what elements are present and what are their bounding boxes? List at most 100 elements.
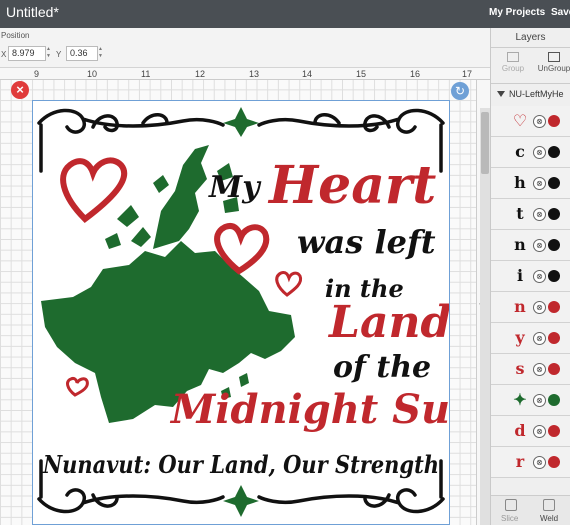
ruler-tick: 13 — [249, 69, 260, 79]
slice-button[interactable]: Slice — [501, 514, 518, 523]
layer-group-name: NU-LeftMyHe — [509, 89, 564, 99]
layer-row[interactable]: y ⊗ — [491, 323, 570, 354]
x-position-input[interactable]: 8.979 — [8, 46, 46, 61]
layer-row[interactable]: n ⊗ — [491, 230, 570, 261]
design-selection[interactable]: My Heart was left in the Land of the Mid… — [32, 100, 479, 525]
layer-row[interactable]: h ⊗ — [491, 168, 570, 199]
layer-thumbnail: n — [514, 235, 526, 254]
text-of-the: of the — [333, 350, 431, 385]
layer-list: ♡ ⊗ c ⊗ h ⊗ t ⊗ n ⊗ i ⊗ n ⊗ y ⊗ s ⊗ ✦ ⊗ d ⊗ r ⊗ — [491, 106, 570, 478]
layer-thumbnail: r — [515, 452, 525, 471]
color-swatch[interactable] — [548, 425, 560, 437]
rotate-handle-icon[interactable]: ↻ — [451, 82, 469, 100]
my-projects-link[interactable]: My Projects — [489, 7, 545, 18]
layer-thumbnail: y — [515, 328, 525, 347]
y-position-input[interactable]: 0.36 — [66, 46, 98, 61]
color-swatch[interactable] — [548, 115, 560, 127]
color-swatch[interactable] — [548, 177, 560, 189]
property-bar: Position X 8.979 ▲ ▼ Y 0.36 ▲ ▼ — [0, 28, 490, 68]
color-swatch[interactable] — [548, 239, 560, 251]
group-label: Group — [501, 64, 525, 73]
layer-row[interactable]: s ⊗ — [491, 354, 570, 385]
group-toolbar: Group UnGroup — [491, 48, 570, 84]
text-heart: Heart — [267, 155, 436, 216]
layer-thumbnail: i — [516, 266, 524, 285]
layer-row[interactable]: t ⊗ — [491, 199, 570, 230]
layers-scrollbar[interactable] — [480, 108, 490, 525]
color-swatch[interactable] — [548, 332, 560, 344]
ungroup-icon — [548, 52, 560, 62]
top-ruler: 9 10 11 12 13 14 15 16 17 — [0, 68, 490, 80]
top-bar: Untitled* My Projects Save — [0, 0, 570, 28]
layer-row[interactable]: i ⊗ — [491, 261, 570, 292]
ruler-tick: 15 — [356, 69, 367, 79]
visibility-toggle-icon[interactable]: ⊗ — [533, 239, 546, 252]
layer-thumbnail: h — [514, 173, 526, 192]
heart-outline-small-right — [275, 271, 303, 297]
layer-thumbnail: n — [514, 297, 526, 316]
y-stepper[interactable]: ▲ ▼ — [98, 46, 104, 61]
visibility-toggle-icon[interactable]: ⊗ — [533, 115, 546, 128]
visibility-toggle-icon[interactable]: ⊗ — [533, 332, 546, 345]
ruler-tick: 11 — [141, 69, 151, 79]
save-button[interactable]: Save — [551, 7, 570, 18]
slice-icon — [505, 499, 517, 511]
color-swatch[interactable] — [548, 146, 560, 158]
visibility-toggle-icon[interactable]: ⊗ — [533, 394, 546, 407]
design-artwork: My Heart was left in the Land of the Mid… — [37, 107, 479, 517]
color-swatch[interactable] — [548, 394, 560, 406]
layer-thumbnail: s — [515, 359, 525, 378]
layers-panel-title: Layers — [491, 28, 570, 48]
layer-row[interactable]: n ⊗ — [491, 292, 570, 323]
visibility-toggle-icon[interactable]: ⊗ — [533, 177, 546, 190]
document-title: Untitled* — [6, 4, 59, 20]
color-swatch[interactable] — [548, 208, 560, 220]
ruler-tick: 17 — [462, 69, 473, 79]
ruler-tick: 16 — [410, 69, 421, 79]
layer-row[interactable]: ✦ ⊗ — [491, 385, 570, 416]
layer-thumbnail: ♡ — [512, 111, 528, 130]
layer-row[interactable]: c ⊗ — [491, 137, 570, 168]
x-label: X — [1, 50, 7, 59]
text-my: My — [208, 170, 262, 205]
weld-icon — [543, 499, 555, 511]
group-icon — [507, 52, 519, 62]
top-leaf-ornament — [223, 107, 259, 137]
color-swatch[interactable] — [548, 270, 560, 282]
layer-thumbnail: c — [515, 142, 525, 161]
layer-row[interactable]: d ⊗ — [491, 416, 570, 447]
text-midnight-sun: Midnight Sun — [169, 386, 449, 433]
color-swatch[interactable] — [548, 363, 560, 375]
visibility-toggle-icon[interactable]: ⊗ — [533, 146, 546, 159]
delete-handle-icon[interactable]: × — [11, 81, 29, 99]
group-button[interactable]: Group — [498, 52, 528, 73]
text-footer-slogan: Nunavut: Our Land, Our Strength — [42, 450, 439, 479]
ungroup-button[interactable]: UnGroup — [537, 52, 570, 73]
visibility-toggle-icon[interactable]: ⊗ — [533, 208, 546, 221]
ruler-tick: 10 — [87, 69, 98, 79]
ruler-tick: 14 — [302, 69, 313, 79]
position-label: Position — [1, 31, 30, 40]
layer-thumbnail: d — [514, 421, 526, 440]
visibility-toggle-icon[interactable]: ⊗ — [533, 425, 546, 438]
visibility-toggle-icon[interactable]: ⊗ — [533, 270, 546, 283]
layer-thumbnail: ✦ — [513, 390, 527, 409]
collapse-triangle-icon[interactable] — [497, 91, 505, 97]
ruler-tick: 9 — [34, 69, 40, 79]
visibility-toggle-icon[interactable]: ⊗ — [533, 301, 546, 314]
weld-button[interactable]: Weld — [540, 514, 558, 523]
color-swatch[interactable] — [548, 456, 560, 468]
layer-row[interactable]: ♡ ⊗ — [491, 106, 570, 137]
bottom-leaf-ornament — [223, 485, 259, 517]
heart-outline-small-left — [66, 377, 89, 397]
visibility-toggle-icon[interactable]: ⊗ — [533, 363, 546, 376]
color-swatch[interactable] — [548, 301, 560, 313]
visibility-toggle-icon[interactable]: ⊗ — [533, 456, 546, 469]
layer-row[interactable]: r ⊗ — [491, 447, 570, 478]
layer-thumbnail: t — [516, 204, 524, 223]
y-label: Y — [56, 50, 62, 59]
panel-bottom-toolbar: Slice Weld — [491, 495, 570, 525]
x-stepper[interactable]: ▲ ▼ — [46, 46, 52, 61]
scrollbar-thumb[interactable] — [481, 112, 489, 174]
layer-group-header[interactable]: NU-LeftMyHe — [491, 84, 570, 106]
